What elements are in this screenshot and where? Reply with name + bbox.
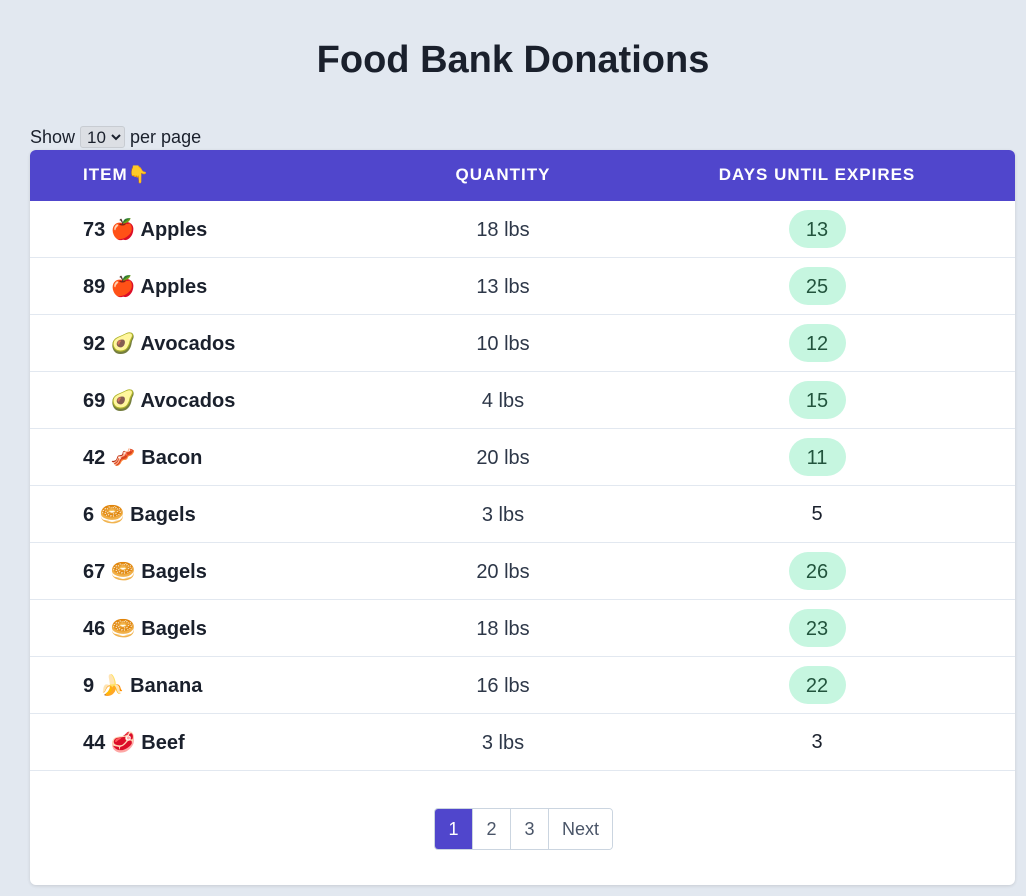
quantity-cell: 3 lbs (481, 732, 525, 754)
item-cell: 42 🥓 Bacon (83, 447, 203, 469)
column-header-item[interactable]: ITEM👇 (83, 150, 150, 201)
table-row: 44 🥩 Beef 3 lbs 3 (30, 714, 1015, 771)
quantity-cell: 4 lbs (481, 390, 525, 412)
days-until-expires-cell: 5 (667, 486, 967, 542)
item-cell: 73 🍎 Apples (83, 219, 208, 241)
days-until-expires-cell: 3 (667, 714, 967, 770)
page-button-1[interactable]: 1 (435, 809, 472, 849)
item-cell: 9 🍌 Banana (83, 675, 203, 697)
item-cell: 69 🥑 Avocados (83, 390, 236, 412)
per-page-prefix: Show (30, 127, 76, 147)
quantity-cell: 3 lbs (481, 504, 525, 526)
table-row: 6 🥯 Bagels 3 lbs 5 (30, 486, 1015, 543)
days-badge: 13 (788, 210, 846, 248)
days-until-expires-cell: 13 (667, 201, 967, 257)
table-row: 67 🥯 Bagels 20 lbs 26 (30, 543, 1015, 600)
table-row: 92 🥑 Avocados 10 lbs 12 (30, 315, 1015, 372)
days-until-expires-cell: 25 (667, 258, 967, 314)
quantity-cell: 13 lbs (476, 276, 530, 298)
table-row: 69 🥑 Avocados 4 lbs 15 (30, 372, 1015, 429)
donations-table-card: ITEM👇 QUANTITY DAYS UNTIL EXPIRES 73 🍎 A… (30, 150, 1015, 885)
item-cell: 89 🍎 Apples (83, 276, 208, 298)
days-until-expires-cell: 26 (667, 543, 967, 599)
quantity-cell: 20 lbs (476, 447, 530, 469)
table-row: 46 🥯 Bagels 18 lbs 23 (30, 600, 1015, 657)
per-page-select[interactable]: 10 (80, 126, 126, 148)
next-page-button[interactable]: Next (548, 809, 612, 849)
days-until-expires-cell: 23 (667, 600, 967, 656)
page-button-3[interactable]: 3 (510, 809, 548, 849)
page-title: Food Bank Donations (316, 39, 710, 81)
page: Food Bank Donations Show 10 per page ITE… (0, 0, 1026, 896)
table-row: 42 🥓 Bacon 20 lbs 11 (30, 429, 1015, 486)
table-body: 73 🍎 Apples 18 lbs 13 89 🍎 Apples 13 lbs 25 92… (30, 201, 1015, 771)
item-cell: 46 🥯 Bagels (83, 618, 207, 640)
per-page-suffix: per page (130, 127, 202, 147)
days-badge: 12 (788, 324, 846, 362)
days-badge: 22 (788, 666, 846, 704)
days-badge: 11 (788, 438, 846, 476)
item-cell: 6 🥯 Bagels (83, 504, 196, 526)
days-until-expires-cell: 15 (667, 372, 967, 428)
days-value: 3 (811, 731, 823, 753)
per-page-control: Show 10 per page (30, 125, 201, 149)
days-badge: 15 (788, 381, 846, 419)
quantity-cell: 18 lbs (476, 219, 530, 241)
pagination: 1 2 3 Next (434, 808, 613, 850)
column-header-days-until-expires[interactable]: DAYS UNTIL EXPIRES (667, 150, 967, 201)
table-row: 9 🍌 Banana 16 lbs 22 (30, 657, 1015, 714)
days-until-expires-cell: 22 (667, 657, 967, 713)
table-header: ITEM👇 QUANTITY DAYS UNTIL EXPIRES (30, 150, 1015, 201)
days-value: 5 (811, 503, 823, 525)
column-header-quantity[interactable]: QUANTITY (403, 150, 603, 201)
item-cell: 92 🥑 Avocados (83, 333, 236, 355)
quantity-cell: 16 lbs (476, 675, 530, 697)
table-row: 73 🍎 Apples 18 lbs 13 (30, 201, 1015, 258)
item-cell: 67 🥯 Bagels (83, 561, 207, 583)
quantity-cell: 18 lbs (476, 618, 530, 640)
days-badge: 26 (788, 552, 846, 590)
quantity-cell: 10 lbs (476, 333, 530, 355)
days-badge: 23 (788, 609, 846, 647)
days-until-expires-cell: 12 (667, 315, 967, 371)
days-until-expires-cell: 11 (667, 429, 967, 485)
item-cell: 44 🥩 Beef (83, 732, 185, 754)
page-button-2[interactable]: 2 (472, 809, 510, 849)
quantity-cell: 20 lbs (476, 561, 530, 583)
table-row: 89 🍎 Apples 13 lbs 25 (30, 258, 1015, 315)
days-badge: 25 (788, 267, 846, 305)
